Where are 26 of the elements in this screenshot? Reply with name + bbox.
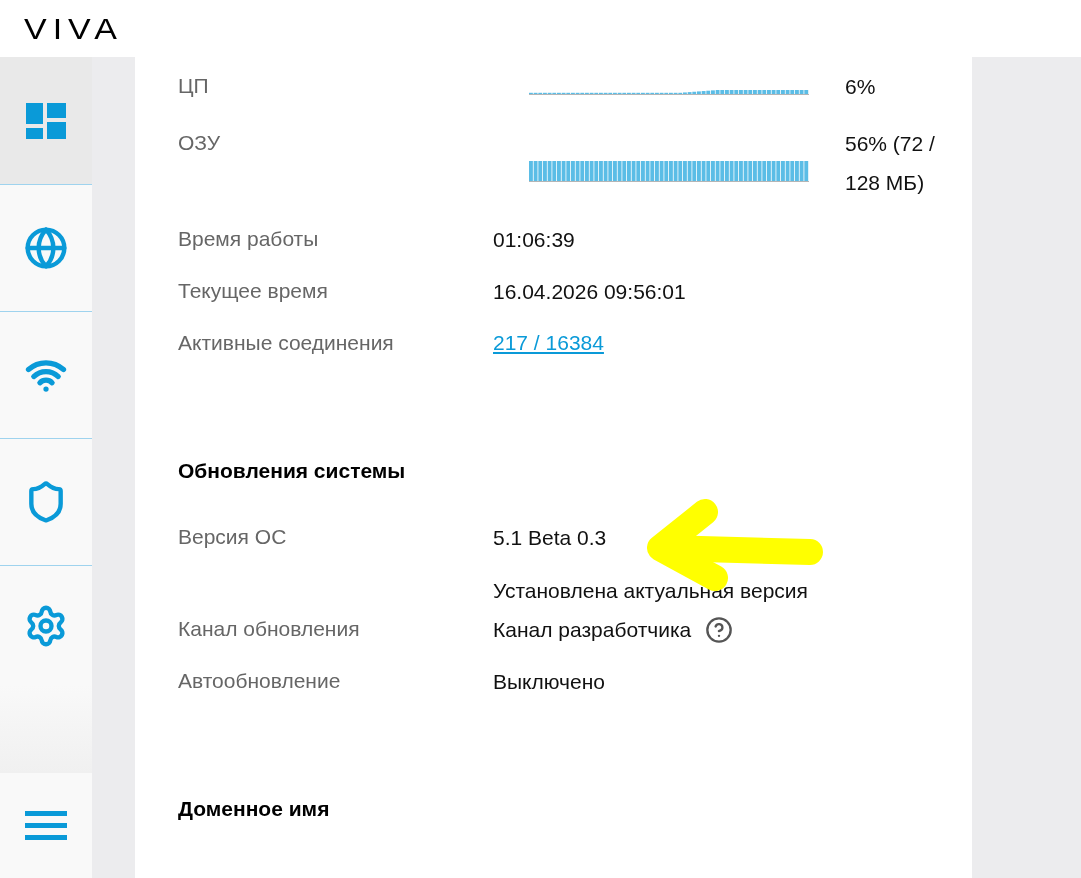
dashboard-icon [26, 102, 66, 139]
help-icon[interactable] [705, 615, 734, 644]
metric-value: 6% [845, 74, 877, 100]
field-value: 16.04.2026 09:56:01 [493, 279, 686, 305]
globe-icon [24, 226, 68, 270]
field-value: 01:06:39 [493, 227, 575, 253]
menu-icon [25, 810, 67, 841]
settings-icon [24, 603, 68, 648]
section-heading: Доменное имя [178, 796, 331, 822]
sidebar-item[interactable] [0, 57, 92, 184]
metric-value: 56% (72 / 128 МБ) [845, 131, 936, 196]
field-label: Текущее время [178, 278, 329, 304]
field-label: Активные соединения [178, 330, 395, 356]
connections-link[interactable]: 217 / 16384 [493, 324, 604, 362]
section-heading: Обновления системы [178, 458, 407, 484]
field-label: Автообновление [178, 668, 342, 694]
logo: VIVA [24, 14, 123, 43]
field-value: Установлена актуальная версия [493, 578, 808, 604]
field-label: Канал обновления [178, 616, 361, 642]
field-label: Время работы [178, 226, 320, 252]
metric-label: ОЗУ [178, 130, 222, 156]
field-value: 5.1 Beta 0.3 [493, 525, 607, 551]
field-value: Выключено [493, 669, 605, 695]
metric-label: ЦП [178, 73, 210, 99]
field-value: Канал разработчика [493, 617, 692, 643]
field-label: Версия ОС [178, 524, 288, 550]
